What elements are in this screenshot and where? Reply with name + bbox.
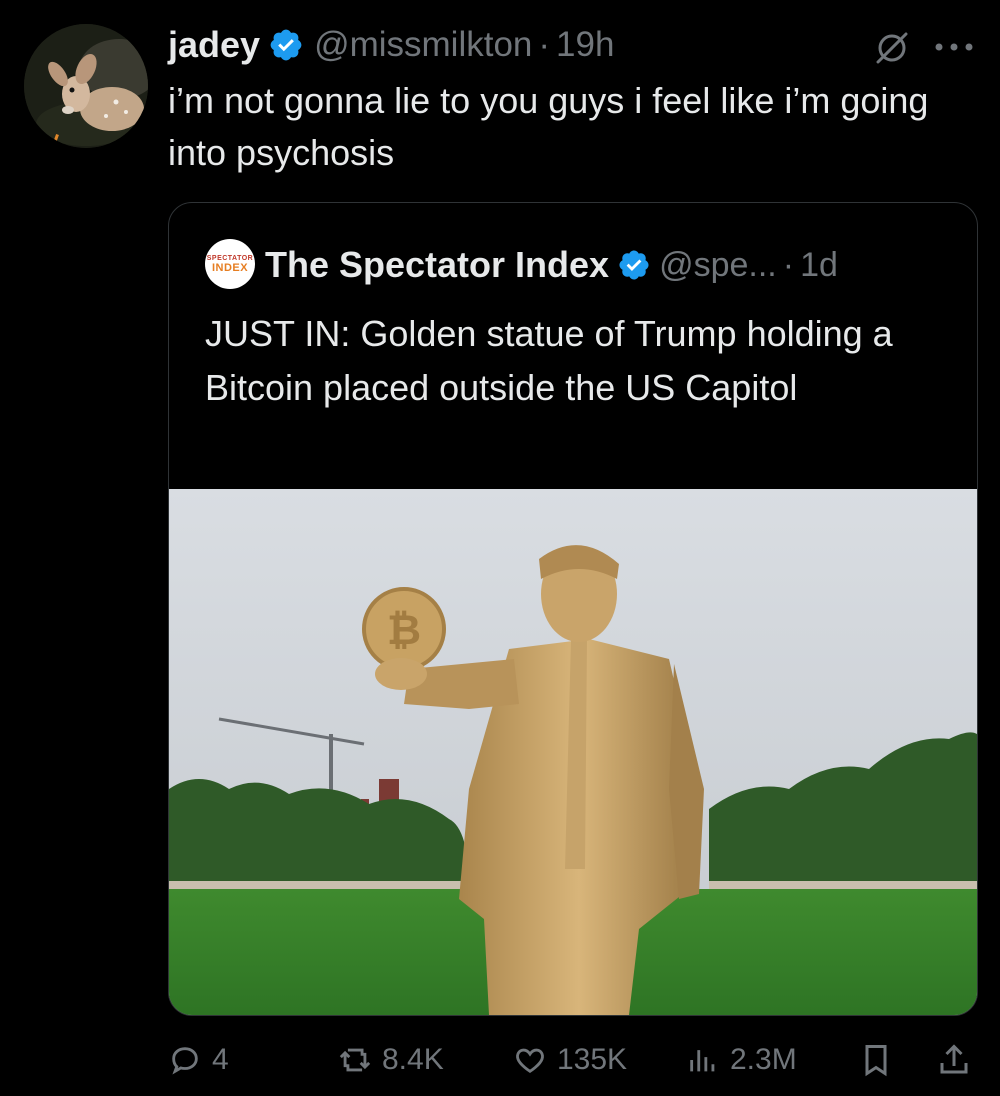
repost-button[interactable]: 8.4K [338, 1030, 444, 1090]
like-button[interactable]: 135K [513, 1030, 627, 1090]
quote-text: JUST IN: Golden statue of Trump holding … [205, 313, 893, 408]
quote-author-handle[interactable]: @spe... [659, 246, 777, 285]
avatar-logo-line2: INDEX [211, 261, 249, 274]
avatar-logo-line1: SPECTATOR [206, 254, 254, 262]
reply-button[interactable]: 4 [168, 1030, 229, 1090]
verified-icon [270, 29, 302, 61]
repost-count: 8.4K [382, 1043, 444, 1076]
repost-icon [339, 1048, 371, 1072]
separator-dot: · [782, 245, 795, 284]
quote-author-name[interactable]: The Spectator Index [265, 244, 609, 286]
quote-header: The Spectator Index @spe... · 1d [265, 239, 838, 291]
author-handle[interactable]: @missmilkton [314, 25, 532, 65]
like-icon [516, 1048, 544, 1074]
view-count: 2.3M [730, 1043, 797, 1076]
tweet-header: jadey @missmilkton · 19h [168, 22, 614, 68]
quote-image[interactable]: ₿ [169, 489, 977, 1015]
author-name[interactable]: jadey [168, 24, 260, 66]
like-count: 135K [557, 1043, 628, 1076]
author-avatar[interactable] [24, 24, 148, 148]
svg-text:₿: ₿ [387, 606, 421, 653]
bookmark-icon[interactable] [858, 1042, 894, 1078]
tweet-text: i’m not gonna lie to you guys i feel lik… [168, 80, 929, 173]
quote-avatar[interactable]: SPECTATOR INDEX [205, 239, 255, 289]
tweet-time[interactable]: 19h [556, 25, 614, 65]
grok-icon[interactable] [872, 28, 912, 68]
quote-time[interactable]: 1d [800, 246, 838, 285]
views-button[interactable]: 2.3M [686, 1030, 797, 1090]
quoted-tweet[interactable]: SPECTATOR INDEX The Spectator Index @spe… [168, 202, 978, 1016]
reply-icon [172, 1047, 198, 1075]
share-icon[interactable] [936, 1042, 972, 1078]
action-bar: 4 8.4K 135K 2.3M [168, 1030, 976, 1090]
views-icon [690, 1050, 715, 1072]
separator-dot: · [538, 25, 551, 64]
reply-count: 4 [212, 1043, 229, 1076]
verified-icon [619, 250, 649, 280]
more-icon[interactable] [932, 40, 976, 54]
